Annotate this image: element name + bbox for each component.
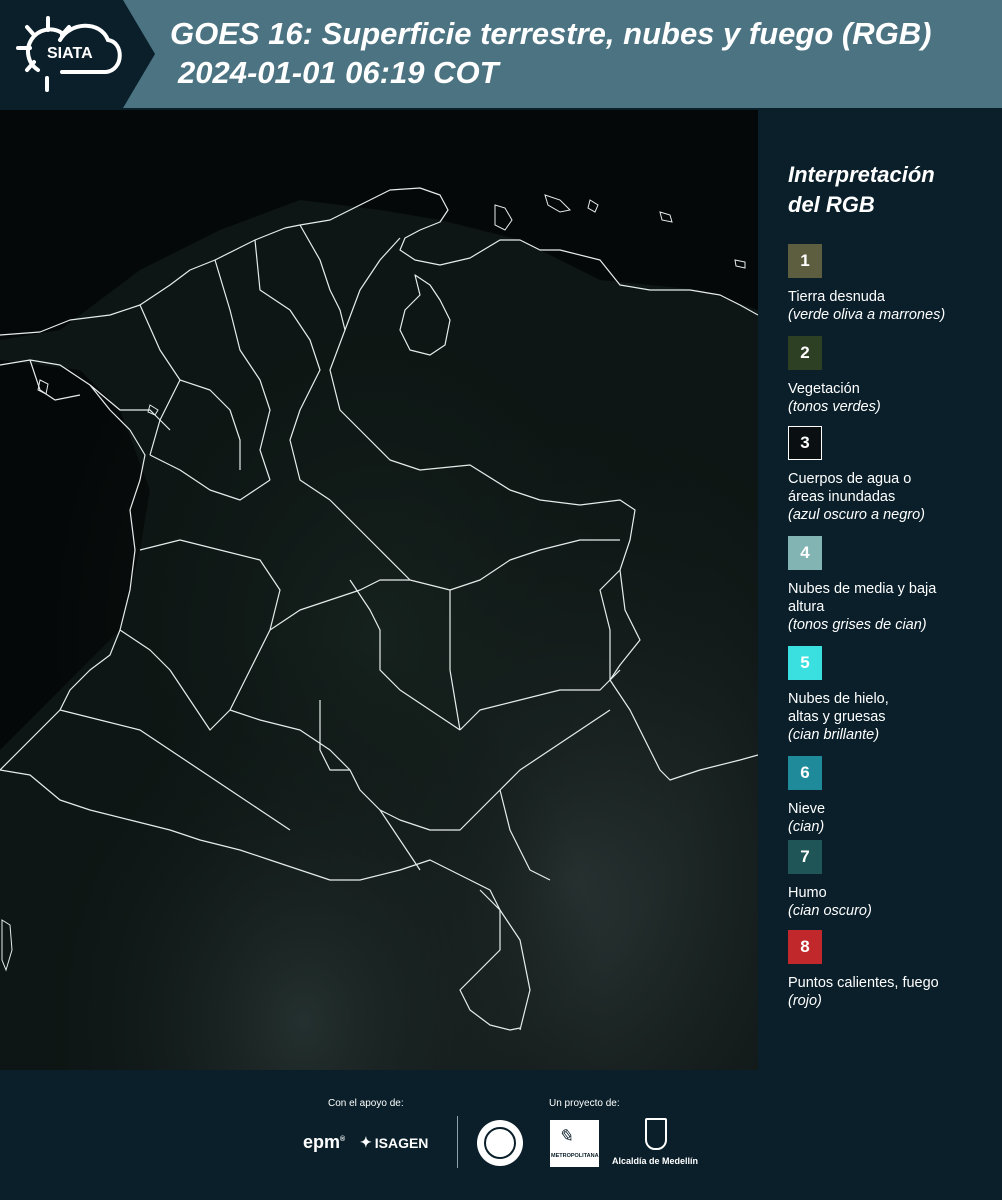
isagen-text: ISAGEN [374,1134,429,1151]
legend-hint: (cian) [788,819,825,835]
page-title: GOES 16: Superficie terrestre, nubes y f… [170,16,932,51]
isagen-star-icon: ✦ [360,1134,372,1150]
legend-swatch: 5 [788,646,822,680]
legend-item: 1 Tierra desnuda (verde oliva a marrones) [788,244,998,324]
siata-logo[interactable]: SIATA [0,0,155,108]
alcaldia-shield-icon [645,1118,667,1150]
support-label: Con el apoyo de: [328,1098,404,1109]
legend-label: Nubes de media y baja altura [788,581,937,615]
legend-label: Cuerpos de agua o áreas inundadas [788,471,912,505]
legend-label: Puntos calientes, fuego [788,975,939,991]
header-bar: SIATA GOES 16: Superficie terrestre, nub… [0,0,1002,108]
isagen-logo[interactable]: ✦ ISAGEN [360,1134,428,1151]
legend-item: 4 Nubes de media y baja altura (tonos gris… [788,536,998,634]
legend-title: Interpretación del RGB [788,160,988,220]
alcaldia-logo[interactable]: Alcaldía de Medellín [612,1118,702,1168]
legend-hint: (verde oliva a marrones) [788,307,946,323]
epm-logo[interactable]: epm® [303,1132,345,1153]
legend-panel: Interpretación del RGB 1 Tierra desnuda (v… [760,110,1002,1070]
legend-swatch: 3 [788,426,822,460]
legend-hint: (tonos verdes) [788,399,881,415]
legend-hint: (cian brillante) [788,727,880,743]
legend-swatch: 6 [788,756,822,790]
legend-item: 6 Nieve (cian) [788,756,998,836]
legend-label: Humo [788,885,827,901]
legend-title-line1: Interpretación [788,162,935,187]
legend-hint: (azul oscuro a negro) [788,507,926,523]
satellite-map[interactable] [0,110,758,1070]
legend-title-line2: del RGB [788,192,875,217]
legend-item: 3 Cuerpos de agua o áreas inundadas (azul … [788,426,998,524]
footer: Con el apoyo de: Un proyecto de: epm® ✦ … [0,1070,1002,1200]
legend-item: 7 Humo (cian oscuro) [788,840,998,920]
epm-text: epm [303,1132,341,1152]
legend-swatch: 7 [788,840,822,874]
legend-swatch: 1 [788,244,822,278]
legend-swatch: 2 [788,336,822,370]
legend-label: Tierra desnuda [788,289,885,305]
project-label: Un proyecto de: [549,1098,620,1109]
alcaldia-text: Alcaldía de Medellín [612,1156,699,1166]
area-script-icon: ✎ [558,1126,574,1146]
legend-hint: (cian oscuro) [788,903,872,919]
legend-item: 8 Puntos calientes, fuego (rojo) [788,930,998,1010]
footer-divider [457,1116,458,1168]
legend-item: 2 Vegetación (tonos verdes) [788,336,998,416]
logo-text: SIATA [47,45,93,62]
legend-label: Nubes de hielo, altas y gruesas [788,691,889,725]
area-metropolitana-logo[interactable]: ✎ METROPOLITANA [550,1120,599,1167]
legend-item: 5 Nubes de hielo, altas y gruesas (cian br… [788,646,998,744]
map-canvas [0,110,758,1070]
legend-hint: (tonos grises de cian) [788,617,927,633]
legend-label: Vegetación [788,381,860,397]
legend-swatch: 8 [788,930,822,964]
seal-inner-icon [484,1127,516,1159]
legend-hint: (rojo) [788,993,822,1009]
page-timestamp: 2024-01-01 06:19 COT [178,55,499,90]
area-metro-text: METROPOLITANA [551,1153,599,1159]
medellin-seal-logo[interactable] [477,1120,523,1166]
legend-label: Nieve [788,801,826,817]
legend-swatch: 4 [788,536,822,570]
